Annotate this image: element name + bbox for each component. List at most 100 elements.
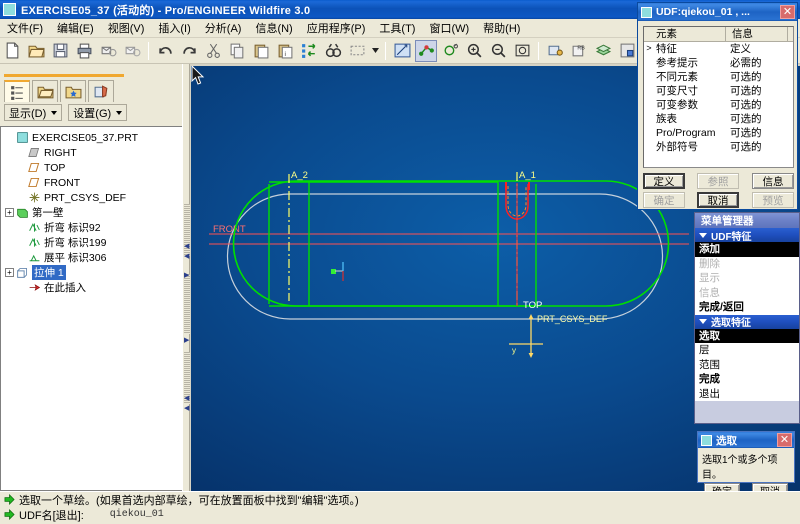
select-dialog[interactable]: 选取 ✕ 选取1个或多个项目。 确定 取消: [697, 431, 795, 483]
udf-row[interactable]: 参考提示 必需的: [644, 56, 793, 70]
menu-item-window[interactable]: 窗口(W): [422, 18, 476, 38]
tree-row[interactable]: 折弯 标识92: [1, 220, 182, 235]
tree-row[interactable]: EXERCISE05_37.PRT: [1, 130, 182, 145]
menu-item-tools[interactable]: 工具(T): [372, 18, 422, 38]
tree-row-selected[interactable]: + 拉伸 1: [1, 265, 182, 280]
tree-row[interactable]: + 第一壁: [1, 205, 182, 220]
splitter-collapse-icon-3[interactable]: ◀: [184, 394, 189, 402]
select-dialog-message: 选取1个或多个项目。: [698, 448, 794, 483]
tree-row[interactable]: 展平 标识306: [1, 250, 182, 265]
new-file-icon[interactable]: [1, 40, 23, 62]
menu-item-insert[interactable]: 插入(I): [151, 18, 197, 38]
menu-item-select[interactable]: 选取: [695, 329, 799, 344]
print-icon[interactable]: [73, 40, 95, 62]
menu-item-edit[interactable]: 编辑(E): [50, 18, 101, 38]
connections-tab[interactable]: [88, 80, 114, 102]
menu-item-view[interactable]: 视图(V): [101, 18, 152, 38]
tree-row[interactable]: 折弯 标识199: [1, 235, 182, 250]
tree-expander[interactable]: +: [5, 208, 14, 217]
menu-section-udf-feature[interactable]: UDF特征: [695, 228, 799, 242]
udf-row[interactable]: 外部符号 可选的: [644, 140, 793, 154]
refit-icon[interactable]: [511, 40, 533, 62]
regenerate-icon[interactable]: [298, 40, 320, 62]
undo-icon[interactable]: [154, 40, 176, 62]
cut-icon[interactable]: [202, 40, 224, 62]
cancel-button[interactable]: 取消: [697, 192, 739, 208]
splitter-expand-icon[interactable]: ▶: [184, 271, 189, 279]
mail-alt-icon[interactable]: [121, 40, 143, 62]
model-tree-tab[interactable]: [4, 80, 30, 102]
define-button[interactable]: 定义: [643, 173, 685, 189]
udf-row[interactable]: 不同元素 可选的: [644, 70, 793, 84]
appearance-icon[interactable]: RB: [568, 40, 590, 62]
datum-plane-display-icon[interactable]: [544, 40, 566, 62]
menu-item-applications[interactable]: 应用程序(P): [300, 18, 373, 38]
menu-item-quit[interactable]: 退出: [695, 387, 799, 402]
zoom-out-icon[interactable]: [487, 40, 509, 62]
splitter-collapse-icon[interactable]: ◀: [184, 242, 189, 250]
ok-button[interactable]: 确定: [643, 192, 685, 208]
tree-expander[interactable]: +: [5, 268, 14, 277]
menu-section-select-feature[interactable]: 选取特征: [695, 315, 799, 329]
menu-item-layer[interactable]: 层: [695, 343, 799, 358]
mail-icon[interactable]: [97, 40, 119, 62]
selection-box-icon[interactable]: [346, 40, 368, 62]
favorites-tab[interactable]: [60, 80, 86, 102]
menu-item-done[interactable]: 完成: [695, 372, 799, 387]
spin-center-icon[interactable]: [439, 40, 461, 62]
panel-splitter[interactable]: ◀ ◀ ▶ ▶ ◀ ◀: [182, 64, 190, 491]
udf-row[interactable]: 族表 可选的: [644, 112, 793, 126]
extrude-icon: [16, 266, 29, 279]
settings-dropdown[interactable]: 设置(G): [68, 104, 127, 121]
udf-row[interactable]: > 特征 定义: [644, 42, 793, 56]
close-icon[interactable]: ✕: [780, 5, 795, 19]
tree-row[interactable]: RIGHT: [1, 145, 182, 160]
splitter-collapse-icon-2[interactable]: ◀: [184, 252, 189, 260]
selection-box-dropdown[interactable]: [370, 40, 380, 62]
layers-icon[interactable]: [592, 40, 614, 62]
reference-button[interactable]: 参照: [697, 173, 739, 189]
view-manager-icon[interactable]: [616, 40, 638, 62]
udf-row[interactable]: Pro/Program 可选的: [644, 126, 793, 140]
close-icon[interactable]: ✕: [777, 433, 792, 447]
menu-item-add[interactable]: 添加: [695, 242, 799, 257]
tree-row[interactable]: PRT_CSYS_DEF: [1, 190, 182, 205]
udf-element-list[interactable]: 元素 信息 > 特征 定义 参考提示 必需的 不同元素 可选的 可变尺寸: [643, 26, 794, 168]
info-button[interactable]: 信息: [752, 173, 794, 189]
menu-item-info[interactable]: 信息(N): [248, 18, 299, 38]
save-icon[interactable]: [49, 40, 71, 62]
tree-row[interactable]: TOP: [1, 160, 182, 175]
udf-dialog[interactable]: UDF:qiekou_01 , ... ✕ 元素 信息 > 特征 定义 参考提示…: [637, 2, 798, 210]
udf-name-value[interactable]: qiekou_01: [110, 509, 164, 520]
menu-item-show[interactable]: 显示: [695, 271, 799, 286]
tree-row[interactable]: FRONT: [1, 175, 182, 190]
tree-row[interactable]: 在此插入: [1, 280, 182, 295]
paste-special-icon[interactable]: i: [274, 40, 296, 62]
open-file-icon[interactable]: [25, 40, 47, 62]
settings-dropdown-label: 设置(G): [73, 105, 111, 121]
menu-manager[interactable]: 菜单管理器 UDF特征 添加 删除 显示 信息 完成/返回 选取特征 选取 层 …: [694, 212, 800, 424]
show-dropdown[interactable]: 显示(D): [4, 104, 62, 121]
zoom-in-icon[interactable]: [463, 40, 485, 62]
sketch-view-icon[interactable]: [391, 40, 413, 62]
udf-row[interactable]: 可变尺寸 可选的: [644, 84, 793, 98]
splitter-expand-icon-2[interactable]: ▶: [184, 336, 189, 344]
datum-point-icon[interactable]: [415, 40, 437, 62]
model-tree-panel[interactable]: EXERCISE05_37.PRT RIGHT TOP FRONT PRT_CS…: [0, 126, 182, 491]
preview-button[interactable]: 预览: [752, 192, 794, 208]
copy-icon[interactable]: [226, 40, 248, 62]
menu-item-info[interactable]: 信息: [695, 286, 799, 301]
menu-item-done-return[interactable]: 完成/返回: [695, 300, 799, 315]
udf-row[interactable]: 可变参数 可选的: [644, 98, 793, 112]
toolbar-separator-2: [385, 42, 386, 60]
redo-icon[interactable]: [178, 40, 200, 62]
menu-item-range[interactable]: 范围: [695, 358, 799, 373]
folder-browser-tab[interactable]: [32, 80, 58, 102]
menu-item-analysis[interactable]: 分析(A): [198, 18, 249, 38]
find-icon[interactable]: [322, 40, 344, 62]
menu-item-file[interactable]: 文件(F): [0, 18, 50, 38]
paste-icon[interactable]: [250, 40, 272, 62]
menu-item-help[interactable]: 帮助(H): [476, 18, 527, 38]
splitter-collapse-icon-4[interactable]: ◀: [184, 404, 189, 412]
menu-item-delete[interactable]: 删除: [695, 257, 799, 272]
